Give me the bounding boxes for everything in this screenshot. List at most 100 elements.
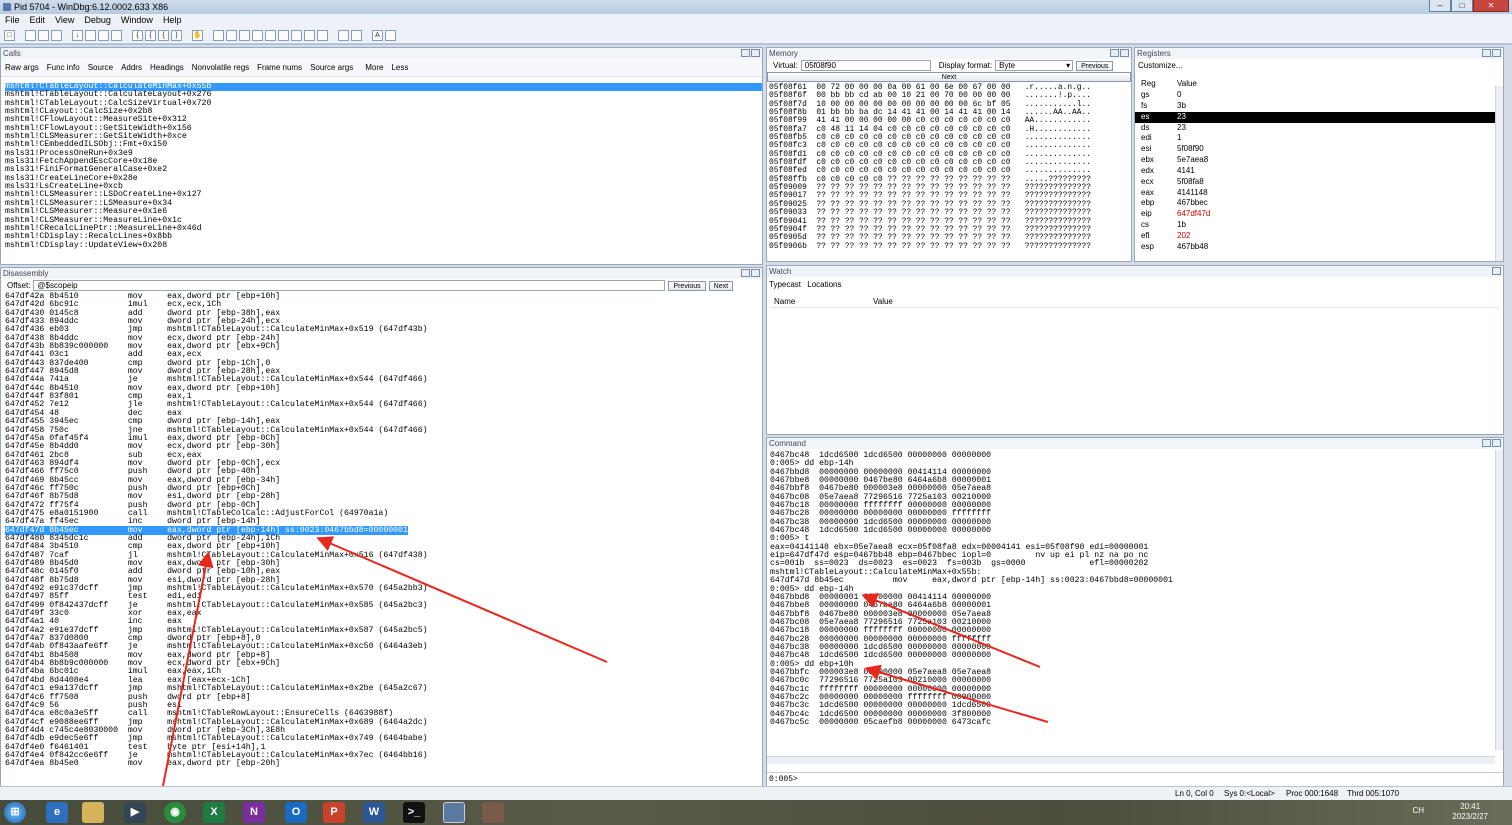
memory-previous-button[interactable]: Previous (1076, 60, 1114, 71)
register-row[interactable]: ds 23 (1135, 123, 1503, 134)
calls-headings[interactable]: Headings (146, 63, 188, 72)
register-row[interactable]: eax 4141148 (1135, 188, 1503, 199)
pane-dock-icon[interactable] (1482, 49, 1491, 57)
register-row[interactable]: ebp 467bbec (1135, 198, 1503, 209)
register-row[interactable]: esi 5f08f90 (1135, 144, 1503, 155)
register-row[interactable]: esp 467bb48 (1135, 242, 1503, 253)
onenote-taskbar-icon[interactable]: N (243, 802, 265, 823)
taskbar-clock[interactable]: 20:41 2023/2/27 (1452, 802, 1488, 822)
menu-debug[interactable]: Debug (79, 14, 116, 27)
step-over-icon[interactable]: { (145, 29, 156, 41)
display-format-select[interactable]: Byte ▾ (995, 60, 1074, 71)
disasm-next-button[interactable]: Next (708, 280, 734, 291)
register-row[interactable]: ecx 5f08fa8 (1135, 177, 1503, 188)
pane-close-icon[interactable] (1120, 49, 1129, 57)
system-tray[interactable]: CH (1412, 806, 1424, 815)
step-out-icon[interactable]: { (158, 29, 169, 41)
virtual-address-input[interactable]: 05f08f90 (800, 60, 931, 71)
stop-debugging-icon[interactable] (98, 29, 109, 41)
disassembly-line[interactable]: 647df4ea 8b45e0 mov eax,dword ptr [ebp-2… (5, 759, 762, 768)
hand-icon[interactable]: ✋ (192, 29, 203, 41)
go-icon[interactable]: ↓ (72, 29, 83, 41)
media-player-taskbar-icon[interactable]: ▶ (124, 802, 146, 823)
input-language[interactable]: CH (1412, 806, 1424, 815)
step-into-icon[interactable]: { (132, 29, 143, 41)
call-stack-window-icon[interactable] (278, 29, 289, 41)
copy-icon[interactable] (38, 29, 49, 41)
register-row[interactable]: efl 202 (1135, 231, 1503, 242)
register-row[interactable]: eip 647df47d (1135, 209, 1503, 220)
outlook-taskbar-icon[interactable]: O (285, 802, 307, 823)
calls-frame-nums[interactable]: Frame nums (253, 63, 306, 72)
calls-source[interactable]: Source (84, 63, 117, 72)
explorer-taskbar-icon[interactable] (82, 802, 104, 823)
calls-more[interactable]: More (361, 63, 387, 72)
disasm-previous-button[interactable]: Previous (668, 280, 706, 291)
offset-input[interactable]: @$scopeip (33, 280, 666, 291)
pane-dock-icon[interactable] (1482, 439, 1491, 447)
calls-raw-args[interactable]: Raw args (1, 63, 43, 72)
cmd-taskbar-icon[interactable]: >_ (403, 802, 425, 823)
options-icon[interactable] (385, 29, 396, 41)
calls-func-info[interactable]: Func info (43, 63, 84, 72)
pane-dock-icon[interactable] (1110, 49, 1119, 57)
ie-taskbar-icon[interactable]: e (46, 802, 68, 823)
start-button[interactable]: ⊞ (4, 802, 26, 823)
disassembly-window-icon[interactable] (291, 29, 302, 41)
photo-taskbar-icon[interactable] (482, 802, 504, 823)
windbg-taskbar-icon[interactable] (443, 802, 465, 823)
pane-close-icon[interactable] (1492, 267, 1501, 275)
hex-mode-icon[interactable] (351, 29, 362, 41)
pane-close-icon[interactable] (1492, 49, 1501, 57)
open-icon[interactable]: □ (4, 29, 15, 41)
register-row[interactable]: edi 1 (1135, 133, 1503, 144)
watch-typecast[interactable]: Typecast (769, 280, 801, 289)
calls-nonvolatile-regs[interactable]: Nonvolatile regs (188, 63, 253, 72)
menu-edit[interactable]: Edit (25, 14, 51, 27)
word-taskbar-icon[interactable]: W (363, 802, 385, 823)
pane-close-icon[interactable] (751, 49, 760, 57)
watch-window-icon[interactable] (226, 29, 237, 41)
watch-locations[interactable]: Locations (807, 280, 841, 289)
minimize-button[interactable]: – (1429, 0, 1451, 12)
call-stack-frame[interactable]: mshtml!CDisplay::UpdateView+0x208 (5, 241, 762, 250)
calls-addrs[interactable]: Addrs (117, 63, 146, 72)
close-button[interactable]: ✕ (1473, 0, 1509, 12)
command-window-icon[interactable] (213, 29, 224, 41)
menu-window[interactable]: Window (116, 14, 158, 27)
command-hscrollbar[interactable] (767, 756, 1495, 764)
powerpoint-taskbar-icon[interactable]: P (323, 802, 345, 823)
menu-help[interactable]: Help (158, 14, 187, 27)
register-row[interactable]: cs 1b (1135, 220, 1503, 231)
pane-dock-icon[interactable] (741, 269, 750, 277)
menu-file[interactable]: File (0, 14, 25, 27)
pane-close-icon[interactable] (751, 269, 760, 277)
register-row[interactable]: edx 4141 (1135, 166, 1503, 177)
font-icon[interactable]: A (372, 29, 383, 41)
run-to-cursor-icon[interactable]: } (171, 29, 182, 41)
source-mode-icon[interactable] (338, 29, 349, 41)
command-input[interactable]: 0:005> (767, 772, 1503, 786)
calls-less[interactable]: Less (387, 63, 412, 72)
memory-window-icon[interactable] (265, 29, 276, 41)
menu-view[interactable]: View (50, 14, 79, 27)
registers-scrollbar[interactable] (1495, 86, 1503, 261)
registers-window-icon[interactable] (252, 29, 263, 41)
maximize-button[interactable]: □ (1451, 0, 1473, 12)
cut-icon[interactable] (25, 29, 36, 41)
command-scrollbar[interactable] (1495, 450, 1503, 750)
registers-customize[interactable]: Customize... (1135, 59, 1503, 73)
pane-close-icon[interactable] (1492, 439, 1501, 447)
processes-threads-icon[interactable] (317, 29, 328, 41)
calls-source-args[interactable]: Source args (306, 63, 357, 72)
pane-dock-icon[interactable] (741, 49, 750, 57)
scratch-pad-icon[interactable] (304, 29, 315, 41)
memory-next-button[interactable]: Next (767, 72, 1131, 82)
chrome-taskbar-icon[interactable]: ◉ (164, 802, 186, 823)
paste-icon[interactable] (51, 29, 62, 41)
register-row[interactable]: ebx 5e7aea8 (1135, 155, 1503, 166)
register-row[interactable]: fs 3b (1135, 101, 1503, 112)
register-row[interactable]: gs 0 (1135, 90, 1503, 101)
locals-window-icon[interactable] (239, 29, 250, 41)
restart-icon[interactable] (85, 29, 96, 41)
